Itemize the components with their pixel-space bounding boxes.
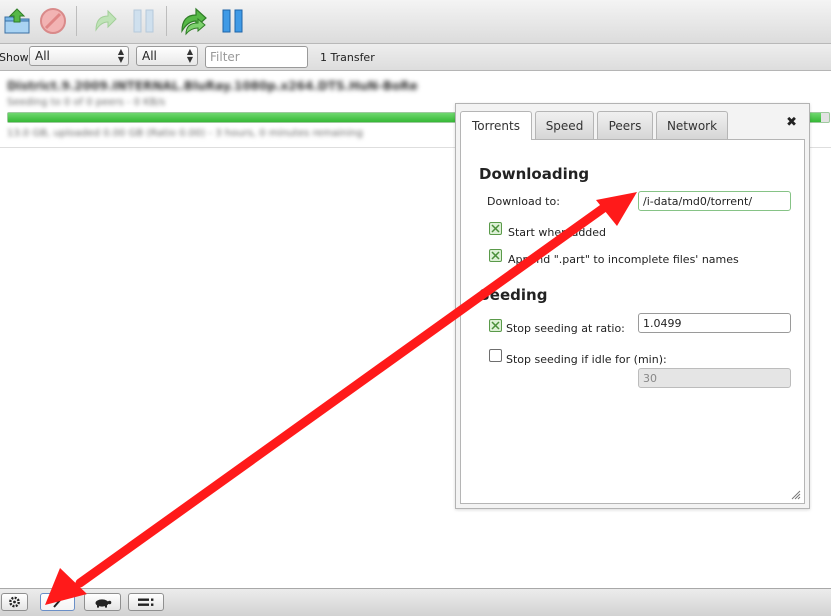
select-arrows-icon: ▲ ▼ — [117, 47, 124, 64]
torrent-name: District.9.2009.INTERNAL.BluRay.1080p.x2… — [7, 79, 418, 93]
transfer-count: 1 Transfer — [320, 51, 375, 64]
start-when-added-label: Start when added — [508, 226, 607, 239]
download-to-label: Download to: — [487, 195, 560, 208]
start-when-added-checkbox[interactable] — [489, 222, 502, 235]
append-part-label: Append ".part" to incomplete files' name… — [508, 253, 739, 266]
idle-minutes-input[interactable] — [638, 368, 791, 388]
tab-torrents[interactable]: Torrents — [460, 111, 532, 140]
tab-network[interactable]: Network — [656, 111, 728, 139]
main-toolbar — [0, 0, 831, 44]
torrents-panel: Downloading Download to: Start when adde… — [460, 139, 805, 504]
stop-at-ratio-label: Stop seeding at ratio: — [506, 322, 625, 335]
status-filter-value: All — [35, 49, 50, 63]
details-list-icon — [138, 598, 154, 606]
tracker-filter-value: All — [142, 49, 157, 63]
stop-if-idle-label: Stop seeding if idle for (min): — [506, 353, 667, 366]
stop-at-ratio-checkbox[interactable] — [489, 319, 502, 332]
select-arrows-icon: ▲ ▼ — [186, 47, 193, 64]
preferences-tabs: Torrents Speed Peers Network — [460, 111, 805, 140]
check-mark-icon — [491, 251, 500, 260]
resize-grip-icon[interactable] — [791, 490, 801, 500]
torrent-peer-details: Seeding to 0 of 0 peers - 0 KB/s — [7, 97, 166, 108]
resume-all-icon — [181, 7, 207, 36]
toolbar-separator — [76, 6, 77, 36]
seeding-heading: Seeding — [479, 286, 548, 304]
bottom-toolbar — [0, 588, 831, 616]
ratio-input[interactable] — [638, 313, 791, 333]
show-label: Show — [0, 51, 29, 64]
resume-torrent-icon — [95, 9, 117, 32]
filter-bar: Show All ▲▼ All ▲▼ 1 Transfer — [0, 44, 831, 71]
turtle-icon — [95, 599, 112, 608]
filter-input[interactable] — [205, 46, 308, 68]
downloading-heading: Downloading — [479, 165, 590, 183]
compact-view-button[interactable] — [40, 593, 75, 611]
pause-torrent-button[interactable] — [129, 6, 159, 36]
pause-torrent-icon — [133, 9, 154, 33]
compact-view-icon — [53, 598, 62, 608]
append-part-checkbox[interactable] — [489, 249, 502, 262]
settings-button[interactable] — [1, 593, 28, 611]
pause-all-button[interactable] — [219, 6, 249, 36]
gear-icon — [9, 596, 20, 608]
tab-speed[interactable]: Speed — [535, 111, 594, 139]
remove-torrent-icon — [40, 8, 66, 34]
tracker-filter-select[interactable]: All ▲ ▼ — [136, 46, 198, 66]
stop-if-idle-checkbox[interactable] — [489, 349, 502, 362]
check-mark-icon — [491, 321, 500, 330]
toolbar-separator — [166, 6, 167, 36]
resume-torrent-button[interactable] — [89, 6, 119, 36]
status-filter-select[interactable]: All ▲ ▼ — [29, 46, 129, 66]
close-icon[interactable]: ✖ — [786, 115, 797, 130]
remove-torrent-button[interactable] — [38, 6, 68, 36]
check-mark-icon — [491, 224, 500, 233]
torrent-progress-details: 13.0 GB, uploaded 0.00 GB (Ratio 0.00) -… — [7, 128, 363, 139]
pause-all-icon — [222, 9, 243, 33]
tab-peers[interactable]: Peers — [597, 111, 653, 139]
speed-limit-button[interactable] — [84, 593, 121, 611]
open-torrent-icon — [4, 8, 30, 34]
download-dir-input[interactable] — [638, 191, 791, 211]
inspector-button[interactable] — [128, 593, 164, 611]
resume-all-button[interactable] — [178, 6, 208, 36]
preferences-dialog: Torrents Speed Peers Network ✖ Downloadi… — [455, 103, 810, 509]
open-torrent-button[interactable] — [2, 6, 32, 36]
